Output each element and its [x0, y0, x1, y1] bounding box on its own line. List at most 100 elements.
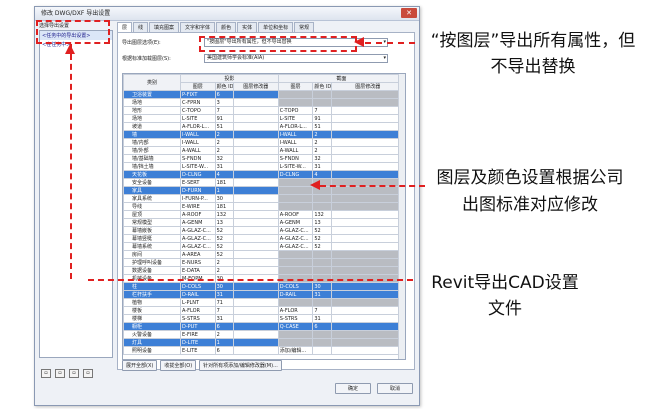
table-row[interactable]: 护理呼叫设备 E-NURS 2	[123, 258, 405, 267]
cut-color-cell[interactable]	[312, 258, 332, 267]
projection-color-cell[interactable]: 52	[214, 234, 234, 243]
table-row[interactable]: 天花板 D-CLNG 4 D-CLNG 4	[123, 170, 405, 179]
projection-modifier-cell[interactable]	[232, 314, 279, 323]
projection-modifier-cell[interactable]	[232, 242, 279, 251]
projection-modifier-cell[interactable]	[232, 178, 279, 187]
cut-color-cell[interactable]: 31	[312, 314, 332, 323]
tab-lines[interactable]: 线	[133, 22, 149, 32]
cut-modifier-cell[interactable]	[330, 314, 405, 323]
tab-units-coords[interactable]: 单位和坐标	[258, 22, 294, 32]
cut-layer-cell[interactable]: D-CLNG	[277, 170, 314, 179]
cut-modifier-cell[interactable]	[330, 266, 405, 275]
close-icon[interactable]: ✕	[401, 8, 417, 18]
category-cell[interactable]: 灯具	[123, 338, 181, 347]
category-cell[interactable]: 墙/挡土墙	[123, 162, 181, 171]
projection-modifier-cell[interactable]	[232, 330, 279, 339]
cut-color-cell[interactable]	[312, 298, 332, 307]
category-cell[interactable]: 植物	[123, 298, 181, 307]
table-row[interactable]: 楼梯 S-STRS 31 S-STRS 31	[123, 314, 405, 323]
projection-color-cell[interactable]: 91	[214, 114, 234, 123]
projection-modifier-cell[interactable]	[232, 186, 279, 195]
cut-color-cell[interactable]: 52	[312, 226, 332, 235]
projection-layer-cell[interactable]: D-COLS	[180, 282, 216, 291]
table-row[interactable]: 墙/基础墙 S-FNDN 32 S-FNDN 32	[123, 154, 405, 163]
projection-modifier-cell[interactable]	[232, 234, 279, 243]
projection-color-cell[interactable]: 3	[214, 98, 234, 107]
projection-color-cell[interactable]: 2	[214, 258, 234, 267]
cut-color-cell[interactable]: 132	[312, 210, 332, 219]
projection-color-cell[interactable]: 31	[214, 162, 234, 171]
cut-layer-cell[interactable]: D-RAIL	[277, 290, 314, 299]
category-cell[interactable]: 天花板	[123, 170, 181, 179]
projection-layer-cell[interactable]: A-FLOR-L...	[180, 122, 216, 131]
projection-modifier-cell[interactable]	[232, 202, 279, 211]
projection-layer-cell[interactable]: D-RAIL	[180, 290, 216, 299]
projection-modifier-cell[interactable]	[232, 162, 279, 171]
projection-layer-cell[interactable]: I-FURN-P...	[180, 194, 216, 203]
cut-color-cell[interactable]	[312, 90, 332, 99]
projection-color-cell[interactable]: 2	[214, 330, 234, 339]
cut-layer-cell[interactable]: I-WALL	[277, 130, 314, 139]
projection-layer-cell[interactable]: S-STRS	[180, 314, 216, 323]
cut-modifier-cell[interactable]	[330, 258, 405, 267]
projection-layer-cell[interactable]: E-FIRE	[180, 330, 216, 339]
projection-layer-cell[interactable]: E-WIRE	[180, 202, 216, 211]
cut-modifier-cell[interactable]	[330, 162, 405, 171]
table-row[interactable]: 墙 I-WALL 2 I-WALL 2	[123, 130, 405, 139]
projection-modifier-cell[interactable]	[232, 130, 279, 139]
projection-layer-cell[interactable]: E-LITE	[180, 346, 216, 355]
projection-color-cell[interactable]: 52	[214, 242, 234, 251]
category-cell[interactable]: 火警设备	[123, 330, 181, 339]
category-cell[interactable]: 照明设备	[123, 346, 181, 355]
copy-setup-icon[interactable]: ▫	[55, 369, 65, 378]
table-row[interactable]: 柱 D-COLS 30 D-COLS 30	[123, 282, 405, 291]
projection-modifier-cell[interactable]	[232, 154, 279, 163]
table-row[interactable]: 植物 L-PLNT 71	[123, 298, 405, 307]
projection-modifier-cell[interactable]	[232, 146, 279, 155]
cut-modifier-cell[interactable]	[330, 98, 405, 107]
table-row[interactable]: 幕墙竖梃 A-GLAZ-C... 52 A-GLAZ-C... 52	[123, 234, 405, 243]
projection-layer-cell[interactable]: P-FIXT	[180, 90, 216, 99]
projection-color-cell[interactable]: 52	[214, 250, 234, 259]
cut-color-cell[interactable]: 31	[312, 162, 332, 171]
vertical-scrollbar[interactable]	[398, 74, 405, 359]
projection-layer-cell[interactable]: A-ROOF	[180, 210, 216, 219]
category-cell[interactable]: 幕墙嵌板	[123, 226, 181, 235]
projection-layer-cell[interactable]: E-SERT	[180, 178, 216, 187]
cut-layer-cell[interactable]: C-TOPO	[277, 106, 314, 115]
projection-color-cell[interactable]: 181	[214, 178, 234, 187]
cut-modifier-cell[interactable]	[330, 106, 405, 115]
ok-button[interactable]: 确定	[335, 383, 371, 394]
cut-modifier-cell[interactable]	[330, 194, 405, 203]
cut-layer-cell[interactable]: I-WALL	[277, 138, 314, 147]
projection-layer-cell[interactable]: E-NURS	[180, 258, 216, 267]
projection-modifier-cell[interactable]	[232, 98, 279, 107]
projection-modifier-cell[interactable]	[232, 170, 279, 179]
category-cell[interactable]: 场地	[123, 98, 181, 107]
cut-color-cell[interactable]: 52	[312, 242, 332, 251]
cut-layer-cell[interactable]: A-GLAZ-C...	[277, 226, 314, 235]
cut-layer-cell[interactable]	[277, 330, 314, 339]
new-setup-icon[interactable]: ▫	[41, 369, 51, 378]
category-cell[interactable]: 楼板	[123, 306, 181, 315]
projection-layer-cell[interactable]: D-LITE	[180, 338, 216, 347]
category-cell[interactable]: 坡道	[123, 122, 181, 131]
table-row[interactable]: 墙/内部 I-WALL 2 I-WALL 2	[123, 138, 405, 147]
projection-color-cell[interactable]: 2	[214, 146, 234, 155]
table-row[interactable]: 照明设备 E-LITE 6 添加/编辑...	[123, 346, 405, 355]
category-cell[interactable]: 墙/内部	[123, 138, 181, 147]
projection-layer-cell[interactable]: A-GLAZ-C...	[180, 234, 216, 243]
table-row[interactable]: 灯具 D-LITE 1	[123, 338, 405, 347]
cut-modifier-cell[interactable]	[330, 282, 405, 291]
projection-layer-cell[interactable]: I-WALL	[180, 138, 216, 147]
cut-color-cell[interactable]: 2	[312, 146, 332, 155]
cut-modifier-cell[interactable]	[330, 114, 405, 123]
cut-layer-cell[interactable]	[277, 98, 314, 107]
projection-layer-cell[interactable]: A-AREA	[180, 250, 216, 259]
category-cell[interactable]: 卫浴装置	[123, 90, 181, 99]
projection-layer-cell[interactable]: A-WALL	[180, 146, 216, 155]
projection-color-cell[interactable]: 2	[214, 130, 234, 139]
cut-modifier-cell[interactable]	[330, 250, 405, 259]
category-cell[interactable]: 护理呼叫设备	[123, 258, 181, 267]
category-cell[interactable]: 地形	[123, 106, 181, 115]
